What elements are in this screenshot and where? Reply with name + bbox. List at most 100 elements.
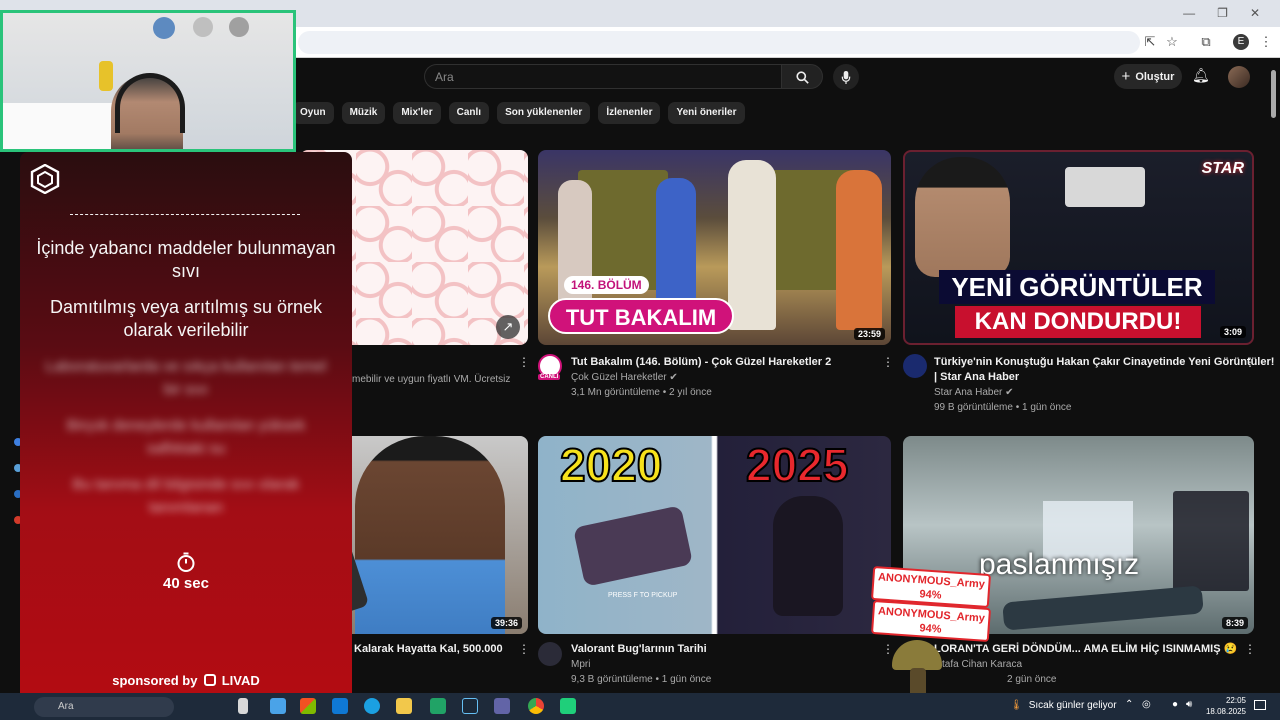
steam-icon[interactable] (462, 698, 478, 714)
thumbnail-van (1065, 167, 1145, 207)
tray-volume-icon[interactable]: 🔊︎ (1186, 699, 1192, 710)
tray-network-icon[interactable]: ◎ (1142, 699, 1151, 710)
channel-avatar[interactable] (903, 354, 927, 378)
taskbar-clock[interactable]: 22:05 18.08.2025 (1200, 695, 1246, 717)
extensions-icon[interactable]: ⧉ (1197, 33, 1215, 51)
video-menu-icon[interactable]: ⋮ (882, 642, 894, 656)
quiz-divider (70, 214, 300, 215)
channel-name[interactable]: Star Ana Haber ✔︎ (934, 385, 1014, 400)
webcam-wall-plate (229, 17, 249, 37)
video-thumbnail[interactable]: 146. BÖLÜM TUT BAKALIM 23:59 (538, 150, 891, 345)
taskbar-search[interactable]: Ara (34, 697, 174, 717)
channel-name-text: Star Ana Haber (934, 387, 1003, 398)
cast-icon[interactable]: ⇱ (1141, 33, 1159, 51)
weather-text: Sıcak günler geliyor (1028, 700, 1117, 711)
video-title[interactable]: Kalarak Hayatta Kal, 500.000 (354, 642, 503, 657)
channel-name[interactable]: tafa Cihan Karaca (942, 657, 1022, 672)
thumbnail-gun (1002, 585, 1204, 631)
account-avatar[interactable] (1228, 66, 1250, 88)
channel-avatar[interactable] (538, 642, 562, 666)
chrome-icon[interactable] (528, 698, 544, 714)
tray-chevron-icon[interactable]: ⌃ (1125, 699, 1133, 710)
video-meta: 3,1 Mn görüntüleme • 2 yıl önce (571, 387, 712, 398)
thumbnail-person (915, 157, 1010, 277)
file-explorer-icon[interactable] (396, 698, 412, 714)
search-box[interactable] (424, 64, 781, 89)
notifications-bell-icon[interactable]: 🔔︎ (1192, 67, 1210, 84)
open-external-icon[interactable]: ↗ (496, 315, 520, 339)
video-title[interactable]: Tut Bakalım (146. Bölüm) - Çok Güzel Har… (571, 355, 831, 370)
teams-icon[interactable] (494, 698, 510, 714)
stream-alert-badge: ANONYMOUS_Army 94% (870, 599, 992, 643)
app-icon[interactable] (560, 698, 576, 714)
chip-muzik[interactable]: Müzik (341, 102, 386, 124)
video-menu-icon[interactable]: ⋮ (882, 355, 894, 369)
search-input[interactable] (425, 65, 781, 88)
webcam-overlay (0, 10, 296, 152)
chip-yeni-oneriler[interactable]: Yeni öneriler (668, 102, 745, 124)
sponsor-brand: LIVAD (221, 673, 260, 688)
video-title-line-2[interactable]: | Star Ana Haber (934, 370, 1019, 385)
thumbnail-weapon (572, 505, 694, 587)
overlay-caption: paslanmışız (979, 548, 1140, 581)
webcam-wall-plate (193, 17, 213, 37)
voice-search-button[interactable] (833, 64, 859, 90)
task-view-icon[interactable] (238, 698, 248, 714)
notification-center-icon[interactable] (1254, 700, 1266, 710)
video-menu-icon[interactable]: ⋮ (1244, 355, 1256, 369)
verified-icon: ✔︎ (1005, 387, 1014, 398)
video-title[interactable]: Valorant Bug'larının Tarihi (571, 642, 707, 657)
excel-icon[interactable] (430, 698, 446, 714)
video-menu-icon[interactable]: ⋮ (518, 355, 530, 369)
weather-widget[interactable]: 🌡︎ Sıcak günler geliyor (1010, 700, 1117, 711)
edge-icon[interactable] (364, 698, 380, 714)
store-icon[interactable] (332, 698, 348, 714)
chip-oyun[interactable]: Oyun (292, 102, 334, 124)
pickup-prompt: PRESS F TO PICKUP (608, 592, 678, 599)
plus-icon: + (1121, 68, 1131, 85)
show-title-overlay: TUT BAKALIM (548, 298, 734, 334)
filter-chips: Oyun Müzik Mix'ler Canlı Son yüklenenler… (292, 102, 745, 124)
headset (115, 73, 185, 133)
menu-dots-icon[interactable]: ⋮ (1257, 33, 1275, 51)
thumbnail-hud (1173, 491, 1249, 591)
quiz-answer: Damıtılmış veya arıtılmış su örnek olara… (49, 297, 323, 340)
channel-logo: STAR (1201, 160, 1244, 177)
chip-canli[interactable]: Canlı (448, 102, 490, 124)
search-button[interactable] (781, 64, 823, 89)
microsoft-app-icon[interactable] (300, 698, 316, 714)
video-meta: 9,3 B görüntüleme • 1 gün önce (571, 674, 712, 685)
address-bar[interactable] (298, 31, 1140, 54)
video-menu-icon[interactable]: ⋮ (1244, 642, 1256, 656)
video-description: mebilir ve uygun fiyatlı VM. Ücretsiz (352, 374, 511, 385)
channel-name[interactable]: Çok Güzel Hareketler ✔︎ (571, 370, 678, 385)
video-title-line-1[interactable]: Türkiye'nin Konuştuğu Hakan Çakır Cinaye… (934, 355, 1274, 370)
profile-avatar[interactable]: E (1233, 34, 1249, 50)
video-meta: 2 gün önce (1007, 674, 1057, 685)
video-title[interactable]: LORAN'TA GERİ DÖNDÜM... AMA ELİM HİÇ ISI… (934, 642, 1237, 657)
minimize-icon[interactable]: — (1183, 6, 1195, 20)
channel-name-text: Çok Güzel Hareketler (571, 372, 667, 383)
chip-son-yuklenenler[interactable]: Son yüklenenler (497, 102, 591, 124)
video-duration: 8:39 (1221, 617, 1248, 629)
thumbnail-actor (728, 160, 776, 330)
video-thumbnail[interactable]: STAR YENİ GÖRÜNTÜLER KAN DONDURDU! 3:09 (903, 150, 1254, 345)
video-thumbnail[interactable]: 2020 2025 PRESS F TO PICKUP 8 (538, 436, 891, 634)
tray-mic-icon[interactable]: ● (1172, 699, 1178, 710)
clock-date: 18.08.2025 (1205, 707, 1246, 716)
chip-mixler[interactable]: Mix'ler (393, 102, 441, 124)
channel-name[interactable]: Mpri (571, 657, 590, 672)
create-button[interactable]: + Oluştur (1114, 64, 1182, 89)
headline-overlay-2: KAN DONDURDU! (955, 306, 1201, 338)
start-tile-icon[interactable] (270, 698, 286, 714)
page-scrollbar[interactable] (1271, 70, 1276, 118)
live-badge: CANLI (538, 374, 561, 380)
bookmark-star-icon[interactable]: ☆ (1163, 33, 1181, 51)
video-duration: 23:59 (853, 328, 885, 340)
quiz-hidden-option: Laboratuvarlarda ve sıkça kullanılan tem… (45, 358, 327, 398)
chip-izlenenler[interactable]: İzlenenler (598, 102, 661, 124)
close-icon[interactable]: ✕ (1250, 6, 1260, 20)
restore-icon[interactable]: ❐ (1217, 6, 1228, 20)
video-duration: 3:09 (1219, 326, 1246, 338)
video-menu-icon[interactable]: ⋮ (518, 642, 530, 656)
